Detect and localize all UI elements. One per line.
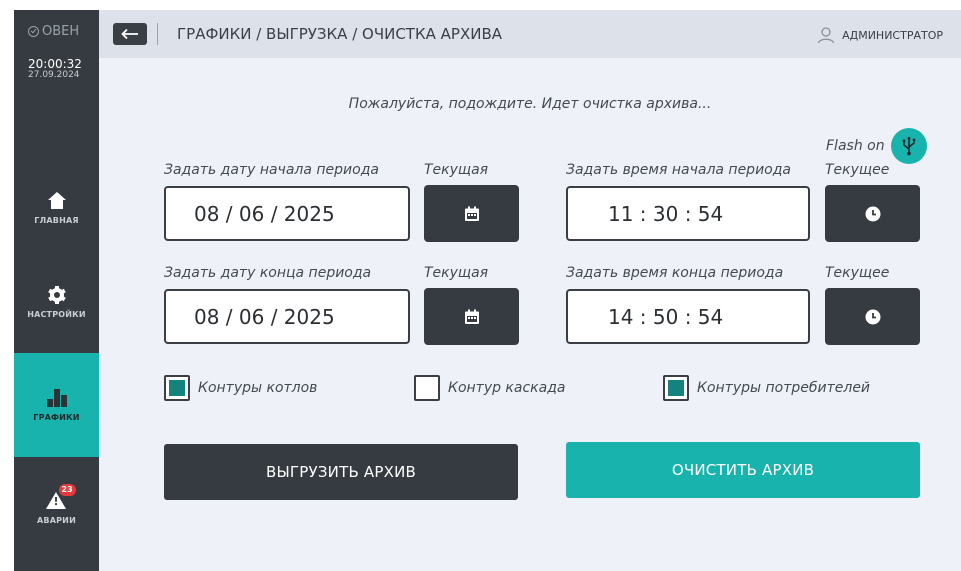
status-message: Пожалуйста, подождите. Идет очистка архи…	[348, 96, 712, 112]
brand-logo: ОВЕН	[28, 24, 79, 39]
flash-status: Flash on	[826, 128, 927, 164]
calendar-icon	[464, 206, 479, 221]
owen-logo-icon	[28, 26, 39, 37]
chart-icon	[46, 388, 67, 407]
user-name: АДМИНИСТРАТОР	[842, 28, 943, 42]
checkbox-cascade-circuit[interactable]: Контур каскада	[414, 375, 565, 401]
calendar-icon	[464, 309, 479, 324]
user-info[interactable]: АДМИНИСТРАТОР	[817, 26, 943, 44]
nav-charts[interactable]: ГРАФИКИ	[14, 353, 99, 457]
alarm-count-badge: 23	[58, 483, 76, 496]
checkbox-label: Контуры котлов	[198, 380, 318, 396]
sidebar: ОВЕН 20:00:32 27.09.2024 ГЛАВНАЯ НАСТРОЙ…	[14, 10, 99, 571]
end-date-label: Задать дату конца периода	[164, 265, 372, 281]
nav-settings-label: НАСТРОЙКИ	[27, 309, 86, 319]
main-panel: Пожалуйста, подождите. Идет очистка архи…	[99, 58, 961, 571]
end-time-current-button[interactable]	[825, 288, 920, 345]
end-time-field[interactable]: 14 : 50 : 54	[566, 289, 810, 344]
back-button[interactable]	[113, 23, 147, 45]
clock-icon	[865, 206, 880, 221]
usb-icon	[890, 128, 927, 164]
checkbox-box[interactable]	[414, 375, 440, 401]
end-date-field[interactable]: 08 / 06 / 2025	[164, 289, 410, 344]
start-date-label: Задать дату начала периода	[164, 162, 379, 178]
checkbox-label: Контуры потребителей	[697, 380, 871, 396]
header-divider	[157, 23, 158, 45]
clock-date: 27.09.2024	[28, 70, 80, 80]
nav-alarms[interactable]: ! 23 АВАРИИ	[14, 456, 99, 560]
gear-icon	[47, 285, 66, 304]
export-archive-button[interactable]: ВЫГРУЗИТЬ АРХИВ	[164, 444, 518, 500]
current-date-label-1: Текущая	[424, 162, 489, 178]
home-icon	[47, 191, 66, 210]
clear-archive-button[interactable]: ОЧИСТИТЬ АРХИВ	[566, 442, 920, 498]
user-icon	[817, 27, 835, 44]
breadcrumb: ГРАФИКИ / ВЫГРУЗКА / ОЧИСТКА АРХИВА	[177, 25, 503, 43]
current-time-label-1: Текущее	[825, 162, 890, 178]
brand-name: ОВЕН	[42, 24, 80, 39]
clock-icon	[865, 309, 880, 324]
alert-icon: ! 23	[45, 483, 76, 510]
start-time-label: Задать время начала периода	[566, 162, 791, 178]
end-time-label: Задать время конца периода	[566, 265, 784, 281]
app-window: ОВЕН 20:00:32 27.09.2024 ГЛАВНАЯ НАСТРОЙ…	[14, 10, 961, 571]
nav-home[interactable]: ГЛАВНАЯ	[14, 156, 99, 260]
clock-time: 20:00:32	[28, 57, 82, 71]
nav-charts-label: ГРАФИКИ	[33, 412, 80, 422]
end-date-current-button[interactable]	[424, 288, 519, 345]
flash-label: Flash on	[826, 138, 885, 154]
checkbox-label: Контур каскада	[448, 380, 566, 396]
checkbox-box[interactable]	[663, 375, 689, 401]
start-date-field[interactable]: 08 / 06 / 2025	[164, 186, 410, 241]
nav-settings[interactable]: НАСТРОЙКИ	[14, 250, 99, 354]
arrow-left-icon	[121, 28, 138, 40]
start-time-field[interactable]: 11 : 30 : 54	[566, 186, 810, 241]
checkbox-box[interactable]	[164, 375, 190, 401]
nav-alarms-label: АВАРИИ	[37, 515, 76, 525]
nav-home-label: ГЛАВНАЯ	[34, 215, 79, 225]
current-time-label-2: Текущее	[825, 265, 890, 281]
header: ГРАФИКИ / ВЫГРУЗКА / ОЧИСТКА АРХИВА АДМИ…	[99, 10, 961, 58]
start-date-current-button[interactable]	[424, 185, 519, 242]
checkbox-consumer-circuits[interactable]: Контуры потребителей	[663, 375, 870, 401]
checkbox-boiler-circuits[interactable]: Контуры котлов	[164, 375, 317, 401]
start-time-current-button[interactable]	[825, 185, 920, 242]
current-date-label-2: Текущая	[424, 265, 489, 281]
